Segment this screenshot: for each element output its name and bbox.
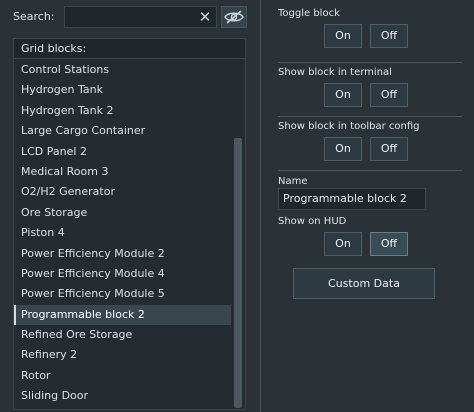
list-item[interactable]: Refinery 2 — [14, 345, 231, 365]
search-label: Search: — [13, 10, 55, 23]
scrollbar-thumb[interactable] — [234, 138, 242, 408]
list-item[interactable]: Medical Room 3 — [14, 162, 231, 182]
show-hud-off-button[interactable]: Off — [370, 232, 408, 256]
custom-data-button[interactable]: Custom Data — [293, 268, 435, 299]
name-label: Name — [278, 176, 308, 187]
visibility-toggle-button[interactable] — [221, 6, 247, 28]
list-items: Control Stations Hydrogen Tank Hydrogen Ta… — [14, 60, 231, 407]
list-header: Grid blocks: — [14, 39, 245, 59]
grid-blocks-list: Grid blocks: Control Stations Hydrogen Ta… — [13, 38, 246, 410]
list-item[interactable]: Power Efficiency Module 4 — [14, 264, 231, 284]
search-input[interactable] — [64, 6, 217, 28]
list-item[interactable]: LCD Panel 2 — [14, 142, 231, 162]
list-item[interactable]: Large Cargo Container — [14, 121, 231, 141]
separator — [278, 170, 462, 171]
list-item[interactable]: Refined Ore Storage — [14, 325, 231, 345]
scrollbar-track[interactable] — [234, 63, 242, 408]
list-item[interactable]: Hydrogen Tank 2 — [14, 101, 231, 121]
separator — [278, 116, 462, 117]
list-item[interactable]: Hydrogen Tank — [14, 80, 231, 100]
eye-crossed-icon — [224, 10, 244, 24]
show-terminal-label: Show block in terminal — [278, 67, 392, 78]
name-input[interactable]: Programmable block 2 — [278, 188, 426, 210]
list-item[interactable]: Rotor — [14, 366, 231, 386]
show-toolbar-off-button[interactable]: Off — [370, 137, 408, 161]
list-item[interactable]: Power Efficiency Module 2 — [14, 244, 231, 264]
list-item[interactable]: Ore Storage — [14, 203, 231, 223]
list-item[interactable]: O2/H2 Generator — [14, 182, 231, 202]
toggle-block-on-button[interactable]: On — [324, 24, 362, 48]
show-terminal-off-button[interactable]: Off — [370, 83, 408, 107]
separator — [278, 62, 462, 63]
show-toolbar-label: Show block in toolbar config — [278, 121, 420, 132]
toggle-block-label: Toggle block — [278, 8, 340, 19]
list-item[interactable]: Sliding Door — [14, 386, 231, 406]
panel-divider — [260, 0, 261, 412]
show-terminal-on-button[interactable]: On — [324, 83, 362, 107]
toggle-block-off-button[interactable]: Off — [370, 24, 408, 48]
show-hud-on-button[interactable]: On — [324, 232, 362, 256]
list-item[interactable]: Control Stations — [14, 60, 231, 80]
list-item[interactable]: Power Efficiency Module 5 — [14, 284, 231, 304]
list-item[interactable]: Piston 4 — [14, 223, 231, 243]
show-hud-label: Show on HUD — [278, 216, 347, 227]
clear-search-icon[interactable]: ✕ — [196, 9, 214, 25]
show-toolbar-on-button[interactable]: On — [324, 137, 362, 161]
list-item[interactable]: Programmable block 2 — [14, 304, 231, 326]
